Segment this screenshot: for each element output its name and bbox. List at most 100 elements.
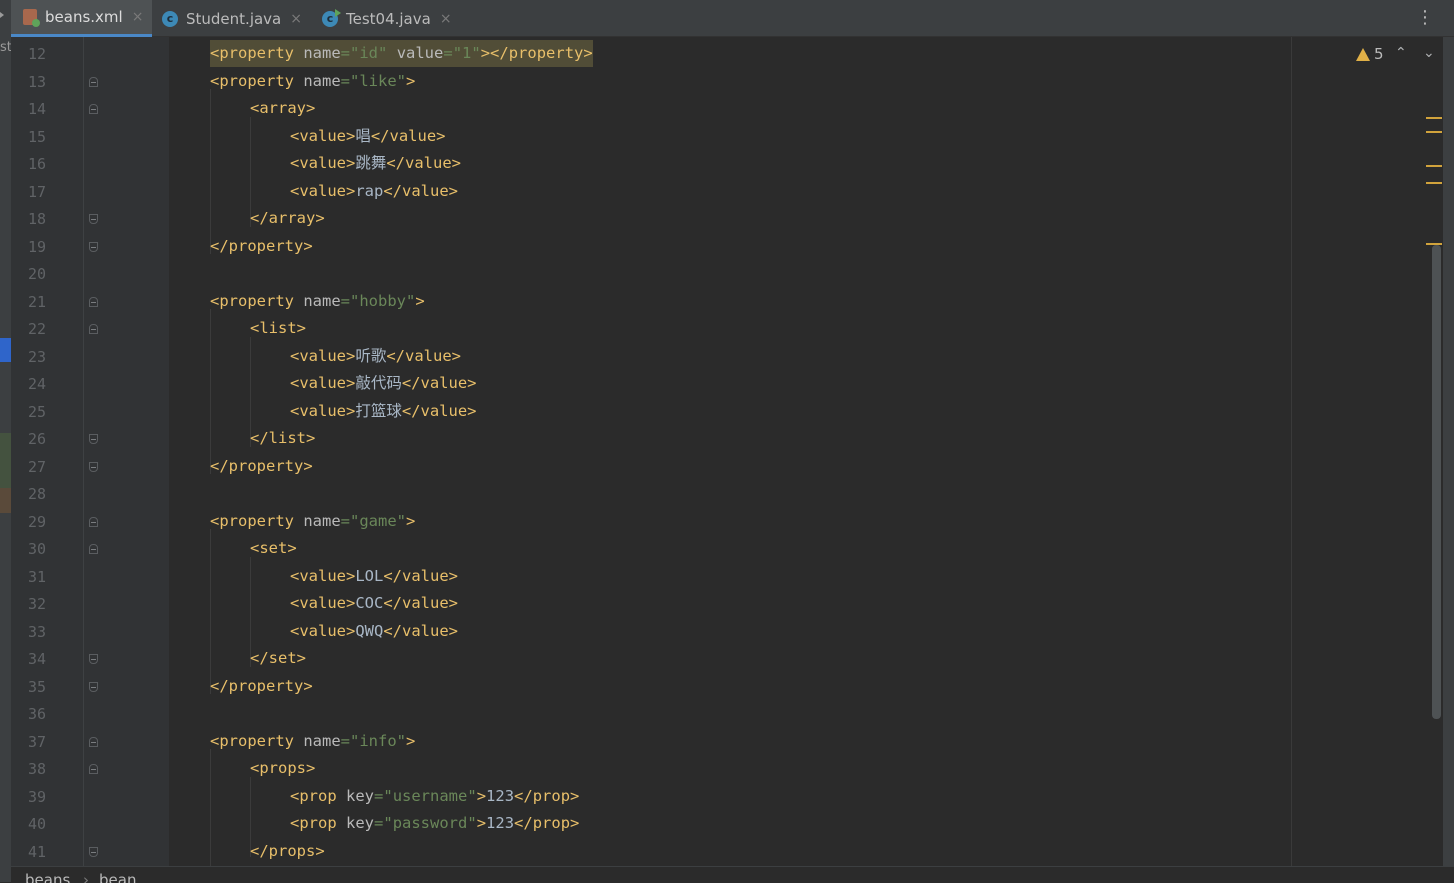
warning-stripe-mark[interactable] <box>1426 117 1442 119</box>
line-number: 36 <box>28 705 47 723</box>
code-line-29: <property name="game"> <box>210 512 416 530</box>
fold-icon[interactable] <box>89 77 98 87</box>
warning-count: 5 <box>1374 45 1384 63</box>
line-number: 29 <box>28 513 47 531</box>
breadcrumb: beans › bean <box>11 866 1454 883</box>
breadcrumb-item-bean[interactable]: bean <box>99 871 136 883</box>
line-number: 25 <box>28 403 47 421</box>
indent-guide <box>210 529 211 694</box>
warning-stripe-mark[interactable] <box>1426 165 1442 167</box>
fold-icon[interactable] <box>89 242 98 252</box>
fold-icon[interactable] <box>89 544 98 554</box>
code-line-14: <array> <box>250 99 316 117</box>
close-icon[interactable]: × <box>440 11 452 27</box>
line-number: 22 <box>28 320 47 338</box>
line-number: 40 <box>28 815 47 833</box>
line-number: 27 <box>28 458 47 476</box>
next-highlight-icon[interactable]: ⌄ <box>1423 45 1435 61</box>
line-number: 20 <box>28 265 47 283</box>
fold-icon[interactable] <box>89 517 98 527</box>
warning-icon <box>1356 47 1370 61</box>
indent-guide <box>210 749 211 866</box>
java-class-icon: c <box>162 10 178 27</box>
right-margin-guide <box>1291 37 1292 866</box>
code-line-25: <value>打篮球</value> <box>290 402 477 420</box>
line-number: 24 <box>28 375 47 393</box>
code-line-16: <value>跳舞</value> <box>290 154 461 172</box>
line-number: 37 <box>28 733 47 751</box>
tab-label: Test04.java <box>346 9 431 28</box>
breadcrumb-separator: › <box>83 871 89 883</box>
left-tool-strip: st <box>0 0 12 882</box>
java-runnable-class-icon: c <box>322 8 341 27</box>
code-line-17: <value>rap</value> <box>290 182 458 200</box>
code-line-18: </array> <box>250 209 325 227</box>
line-number: 13 <box>28 73 47 91</box>
line-number: 31 <box>28 568 47 586</box>
code-line-39: <prop key="username">123</prop> <box>290 787 580 805</box>
fold-icon[interactable] <box>89 462 98 472</box>
line-number: 16 <box>28 155 47 173</box>
code-editor[interactable]: <property name="id" value="1"></property… <box>169 37 1291 866</box>
line-number: 34 <box>28 650 47 668</box>
line-number: 33 <box>28 623 47 641</box>
editor-gutter: 12 13 14 15 16 17 18 19 20 21 22 23 24 2… <box>11 37 169 866</box>
line-number: 38 <box>28 760 47 778</box>
gutter-divider <box>83 37 84 866</box>
fold-icon[interactable] <box>89 682 98 692</box>
vertical-scrollbar[interactable] <box>1432 245 1441 719</box>
breadcrumb-item-beans[interactable]: beans <box>25 871 70 883</box>
tab-label: beans.xml <box>45 8 123 26</box>
more-options-icon[interactable]: ⋮ <box>1416 9 1434 27</box>
code-line-13: <property name="like"> <box>210 72 416 90</box>
fold-icon[interactable] <box>89 104 98 114</box>
line-number: 12 <box>28 45 47 63</box>
tab-label: Student.java <box>186 9 282 28</box>
code-line-19: </property> <box>210 237 313 255</box>
code-line-21: <property name="hobby"> <box>210 292 425 310</box>
fold-icon[interactable] <box>89 737 98 747</box>
code-line-33: <value>QWQ</value> <box>290 622 458 640</box>
code-line-40: <prop key="password">123</prop> <box>290 814 580 832</box>
tab-student-java[interactable]: c Student.java × <box>160 0 310 37</box>
code-line-31: <value>LOL</value> <box>290 567 458 585</box>
fold-icon[interactable] <box>89 764 98 774</box>
fold-icon[interactable] <box>89 214 98 224</box>
project-selection-mark <box>0 338 11 362</box>
right-tool-strip <box>1443 37 1454 866</box>
code-line-30: <set> <box>250 539 297 557</box>
fold-icon[interactable] <box>89 324 98 334</box>
code-line-38: <props> <box>250 759 316 777</box>
editor-tab-bar: beans.xml × c Student.java × c Test04.ja… <box>11 0 1454 37</box>
code-line-41: </props> <box>250 842 325 860</box>
code-line-22: <list> <box>250 319 306 337</box>
change-mark <box>0 433 11 488</box>
indent-guide <box>210 309 211 474</box>
line-number: 35 <box>28 678 47 696</box>
fold-icon[interactable] <box>89 297 98 307</box>
code-line-27: </property> <box>210 457 313 475</box>
close-icon[interactable]: × <box>290 11 302 27</box>
warning-stripe-mark[interactable] <box>1426 131 1442 133</box>
line-number: 32 <box>28 595 47 613</box>
fold-icon[interactable] <box>89 434 98 444</box>
line-number: 26 <box>28 430 47 448</box>
close-icon[interactable]: × <box>132 9 144 25</box>
tab-test04-java[interactable]: c Test04.java × <box>320 0 470 37</box>
code-line-35: </property> <box>210 677 313 695</box>
code-line-23: <value>听歌</value> <box>290 347 461 365</box>
inspection-widget[interactable]: 5 <box>1356 45 1384 63</box>
code-line-34: </set> <box>250 649 306 667</box>
code-line-15: <value>唱</value> <box>290 127 446 145</box>
fold-icon[interactable] <box>89 654 98 664</box>
line-number: 23 <box>28 348 47 366</box>
line-number: 41 <box>28 843 47 861</box>
previous-highlight-icon[interactable]: ⌃ <box>1395 45 1407 61</box>
code-line-32: <value>COC</value> <box>290 594 458 612</box>
collapse-arrow-icon[interactable] <box>0 12 4 18</box>
line-number: 39 <box>28 788 47 806</box>
warning-stripe-mark[interactable] <box>1426 182 1442 184</box>
fold-icon[interactable] <box>89 847 98 857</box>
tab-beans-xml[interactable]: beans.xml × <box>11 0 152 37</box>
change-mark <box>0 488 11 513</box>
